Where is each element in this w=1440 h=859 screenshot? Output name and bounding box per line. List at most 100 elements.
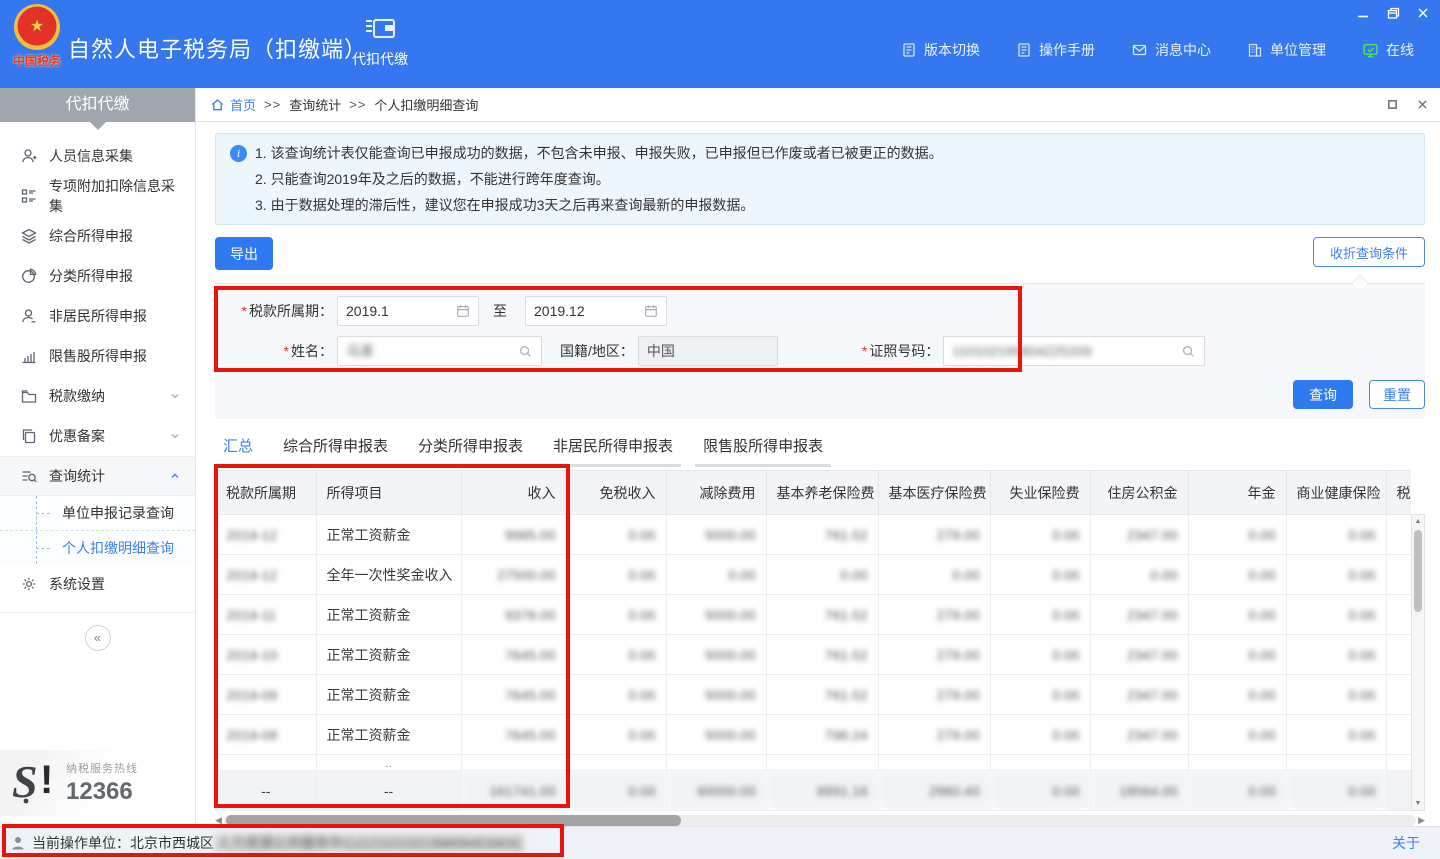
col-annuity[interactable]: 年金 xyxy=(1188,471,1286,515)
clipped-cell xyxy=(1386,555,1411,595)
about-link[interactable]: 关于 xyxy=(1392,833,1420,853)
menu-version-switch-label: 版本切换 xyxy=(924,40,980,60)
value-cell: 761.52 xyxy=(766,515,878,555)
home-icon xyxy=(210,97,225,112)
required-mark: * xyxy=(862,343,867,359)
sidebar-subitem-unit-declaration-query[interactable]: 单位申报记录查询 xyxy=(0,496,195,530)
panel-close-icon[interactable] xyxy=(1416,99,1428,111)
collapse-query-button[interactable]: 收折查询条件 xyxy=(1313,237,1425,267)
sidebar-item-nonresident-income[interactable]: 非居民所得申报 xyxy=(0,296,195,336)
horizontal-scrollbar[interactable]: ◀ ▶ xyxy=(215,814,1425,826)
col-tax-free-income[interactable]: 免税收入 xyxy=(566,471,666,515)
export-button[interactable]: 导出 xyxy=(215,237,273,270)
period-cell: 2019-11 xyxy=(216,595,316,635)
panel-maximize-icon[interactable] xyxy=(1386,99,1398,111)
sidebar-item-classified-income[interactable]: 分类所得申报 xyxy=(0,256,195,296)
value-cell: 0.00 xyxy=(566,515,666,555)
col-commercial-health[interactable]: 商业健康保险 xyxy=(1286,471,1386,515)
value-cell: 7645.00 xyxy=(461,715,566,755)
tab-comprehensive-income[interactable]: 综合所得申报表 xyxy=(275,429,396,467)
vertical-scrollbar[interactable]: ▲ ▼ xyxy=(1411,514,1425,811)
reset-button[interactable]: 重置 xyxy=(1369,380,1425,409)
sidebar-item-restricted-shares[interactable]: 限售股所得申报 xyxy=(0,336,195,376)
search-button[interactable]: 查询 xyxy=(1293,380,1353,409)
period-from-input[interactable]: 2019.1 xyxy=(337,296,479,326)
name-input[interactable]: 马某 xyxy=(337,336,542,366)
svg-text:!: ! xyxy=(40,758,53,802)
tab-nonresident-income[interactable]: 非居民所得申报表 xyxy=(545,429,681,467)
value-cell xyxy=(878,755,990,771)
minimize-icon[interactable] xyxy=(1356,6,1370,20)
close-icon[interactable] xyxy=(1416,6,1430,20)
app-header: ★ 中国税务 自然人电子税务局（扣缴端） 代扣代缴 版本切换 操作手册 xyxy=(0,0,1440,88)
tab-restricted-shares[interactable]: 限售股所得申报表 xyxy=(695,429,831,467)
id-number-label: *证照号码： xyxy=(862,341,939,361)
hotline-number: 12366 xyxy=(66,778,138,806)
value-cell: 9985.00 xyxy=(461,515,566,555)
sidebar-item-special-deduction[interactable]: 专项附加扣除信息采集 xyxy=(0,176,195,216)
person-add-icon xyxy=(20,147,38,165)
sidebar-collapse-area: « xyxy=(0,612,195,651)
value-cell: 0.00 xyxy=(666,555,766,595)
sidebar-item-query-statistics[interactable]: 查询统计 xyxy=(0,456,195,496)
value-cell: 761.52 xyxy=(766,675,878,715)
menu-message-center[interactable]: 消息中心 xyxy=(1131,40,1211,60)
table-row[interactable]: 2019-11正常工资薪金9378.000.005000.00761.52279… xyxy=(216,595,1411,635)
sidebar-item-tax-payment[interactable]: 税款缴纳 xyxy=(0,376,195,416)
table-row[interactable]: 2019-12全年一次性奖金收入27500.000.000.000.000.00… xyxy=(216,555,1411,595)
horizontal-scrollbar-thumb[interactable] xyxy=(226,815,681,826)
restore-icon[interactable] xyxy=(1386,6,1400,20)
col-tax-period[interactable]: 税款所属期 xyxy=(216,471,316,515)
tax-hotline: S ! 纳税服务热线 12366 xyxy=(0,750,194,816)
sidebar-item-system-settings[interactable]: 系统设置 xyxy=(0,564,195,604)
sidebar-item-label: 综合所得申报 xyxy=(49,226,133,246)
sidebar-item-label: 人员信息采集 xyxy=(49,146,133,166)
scroll-down-icon[interactable]: ▼ xyxy=(1412,800,1424,807)
scroll-left-icon[interactable]: ◀ xyxy=(215,815,222,826)
col-housing-fund[interactable]: 住房公积金 xyxy=(1090,471,1188,515)
tab-summary[interactable]: 汇总 xyxy=(215,429,261,467)
menu-message-center-label: 消息中心 xyxy=(1155,40,1211,60)
sidebar-item-label: 非居民所得申报 xyxy=(49,306,147,326)
value-cell xyxy=(766,755,878,771)
id-number-input[interactable]: 110102199804225209 xyxy=(943,336,1205,366)
vertical-scrollbar-thumb[interactable] xyxy=(1414,530,1422,612)
col-pension-insurance[interactable]: 基本养老保险费 xyxy=(766,471,878,515)
header-menu: 版本切换 操作手册 消息中心 单位管理 在 xyxy=(901,40,1414,60)
sidebar-item-personnel-info[interactable]: 人员信息采集 xyxy=(0,136,195,176)
period-to-input[interactable]: 2019.12 xyxy=(525,296,667,326)
col-unemployment-insurance[interactable]: 失业保险费 xyxy=(990,471,1090,515)
national-emblem-icon: ★ xyxy=(14,4,60,50)
sidebar-item-comprehensive-income[interactable]: 综合所得申报 xyxy=(0,216,195,256)
col-clipped[interactable]: 税 xyxy=(1386,471,1411,515)
value-cell: 279.00 xyxy=(878,715,990,755)
value-cell: 0.00 xyxy=(1188,675,1286,715)
col-income-item[interactable]: 所得项目 xyxy=(316,471,461,515)
value-cell: 0.00 xyxy=(878,555,990,595)
value-cell: 761.52 xyxy=(766,595,878,635)
scroll-up-icon[interactable]: ▲ xyxy=(1412,518,1424,525)
breadcrumb-home[interactable]: 首页 xyxy=(210,95,256,114)
table-row[interactable]: 2019-12正常工资薪金9985.000.005000.00761.52279… xyxy=(216,515,1411,555)
online-status[interactable]: 在线 xyxy=(1362,40,1414,60)
menu-manual[interactable]: 操作手册 xyxy=(1016,40,1095,60)
col-medical-insurance[interactable]: 基本医疗保险费 xyxy=(878,471,990,515)
value-cell: 2347.00 xyxy=(1090,675,1188,715)
menu-version-switch[interactable]: 版本切换 xyxy=(901,40,980,60)
clipped-cell xyxy=(1386,595,1411,635)
sidebar-item-preference-filing[interactable]: 优惠备案 xyxy=(0,416,195,456)
breadcrumb: 首页 >> 查询统计 >> 个人扣缴明细查询 xyxy=(196,88,1440,122)
breadcrumb-level1[interactable]: 查询统计 xyxy=(289,95,341,114)
notice-box: i 1. 该查询统计表仅能查询已申报成功的数据，不包含未申报、申报失败，已申报但… xyxy=(215,133,1425,225)
table-row[interactable]: 2019-10正常工资薪金7645.000.005000.00761.52279… xyxy=(216,635,1411,675)
tab-withholding[interactable]: 代扣代缴 xyxy=(348,14,412,69)
sidebar-subitem-personal-withholding-query[interactable]: 个人扣缴明细查询 xyxy=(0,530,195,564)
sidebar-collapse-button[interactable]: « xyxy=(85,625,111,651)
menu-unit-management[interactable]: 单位管理 xyxy=(1247,40,1326,60)
scroll-right-icon[interactable]: ▶ xyxy=(1418,815,1425,826)
tab-classified-income[interactable]: 分类所得申报表 xyxy=(410,429,531,467)
col-deduction-expense[interactable]: 减除费用 xyxy=(666,471,766,515)
table-row[interactable]: 2019-09正常工资薪金7645.000.005000.00761.52279… xyxy=(216,675,1411,715)
col-income[interactable]: 收入 xyxy=(461,471,566,515)
table-row[interactable]: 2019-08正常工资薪金7645.000.005000.00798.24279… xyxy=(216,715,1411,755)
